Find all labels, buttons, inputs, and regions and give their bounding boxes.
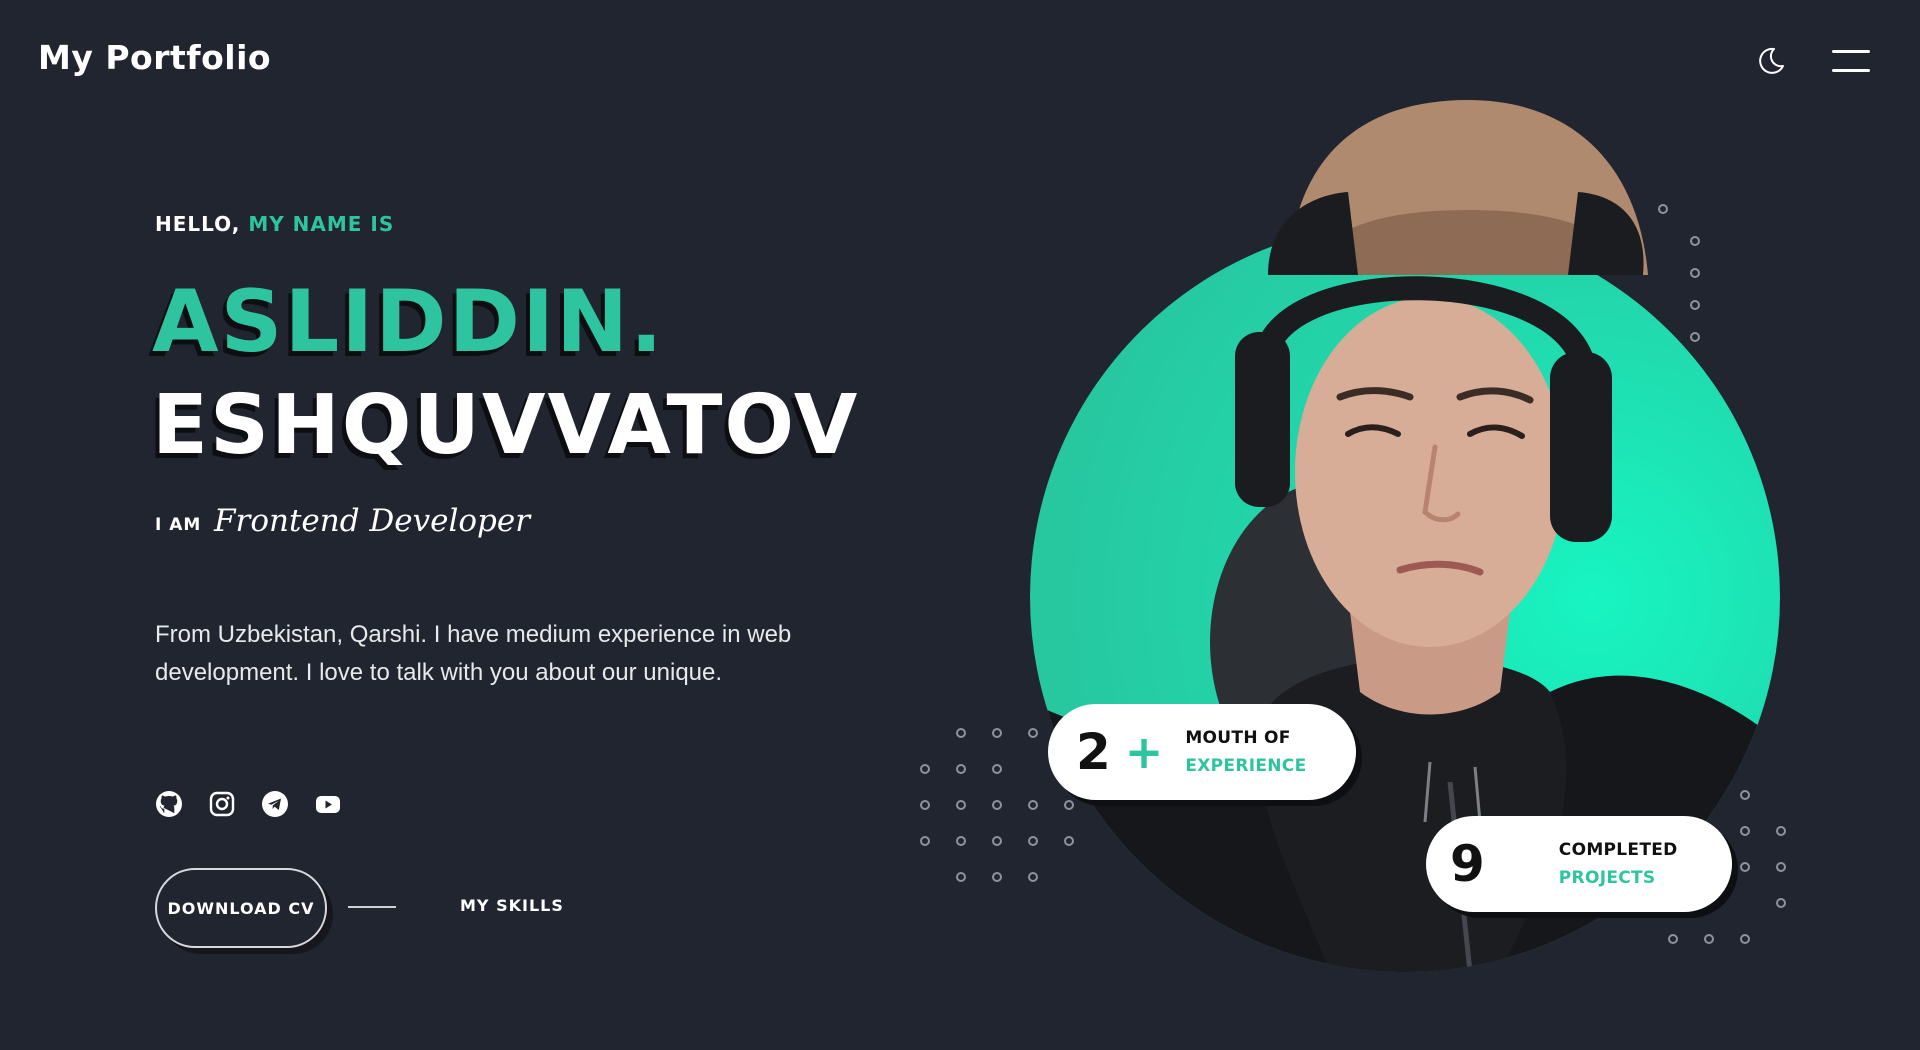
moon-icon[interactable] bbox=[1756, 46, 1786, 76]
telegram-icon[interactable] bbox=[261, 790, 289, 818]
site-logo[interactable]: My Portfolio bbox=[38, 38, 271, 77]
greeting-prefix: HELLO, bbox=[155, 212, 241, 236]
last-name: ESHQUVVATOV bbox=[152, 378, 860, 473]
button-connector-line bbox=[348, 906, 396, 908]
portfolio-page: My Portfolio HELLO, MY NAME IS ASLIDDIN.… bbox=[0, 0, 1920, 1050]
greeting: HELLO, MY NAME IS bbox=[155, 212, 394, 236]
experience-number: 2 bbox=[1076, 723, 1111, 781]
github-icon[interactable] bbox=[155, 790, 183, 818]
role-title: Frontend Developer bbox=[214, 503, 531, 539]
experience-label-2: EXPERIENCE bbox=[1185, 756, 1307, 776]
iam-label: I AM bbox=[155, 515, 202, 535]
greeting-accent: MY NAME IS bbox=[248, 212, 395, 236]
experience-label-1: MOUTH OF bbox=[1185, 728, 1291, 748]
instagram-icon[interactable] bbox=[208, 790, 236, 818]
youtube-icon[interactable] bbox=[314, 790, 342, 818]
hero-description: From Uzbekistan, Qarshi. I have medium e… bbox=[155, 621, 792, 686]
hero-visual: 2 + MOUTH OF EXPERIENCE 9 COMPLETED PROJ… bbox=[900, 100, 1900, 1000]
cap-overlay bbox=[1248, 100, 1668, 275]
projects-label-2: PROJECTS bbox=[1558, 868, 1656, 888]
first-name: ASLIDDIN. bbox=[152, 272, 665, 372]
projects-label-1: COMPLETED bbox=[1558, 840, 1678, 860]
my-skills-link[interactable]: MY SKILLS bbox=[460, 896, 564, 915]
projects-number: 9 bbox=[1450, 835, 1485, 893]
experience-card: 2 + MOUTH OF EXPERIENCE bbox=[1048, 704, 1356, 800]
projects-card: 9 COMPLETED PROJECTS bbox=[1426, 816, 1732, 912]
hamburger-menu-icon[interactable] bbox=[1832, 50, 1870, 74]
download-cv-button[interactable]: DOWNLOAD CV bbox=[155, 868, 327, 948]
social-links bbox=[155, 790, 342, 818]
experience-plus: + bbox=[1124, 725, 1164, 779]
